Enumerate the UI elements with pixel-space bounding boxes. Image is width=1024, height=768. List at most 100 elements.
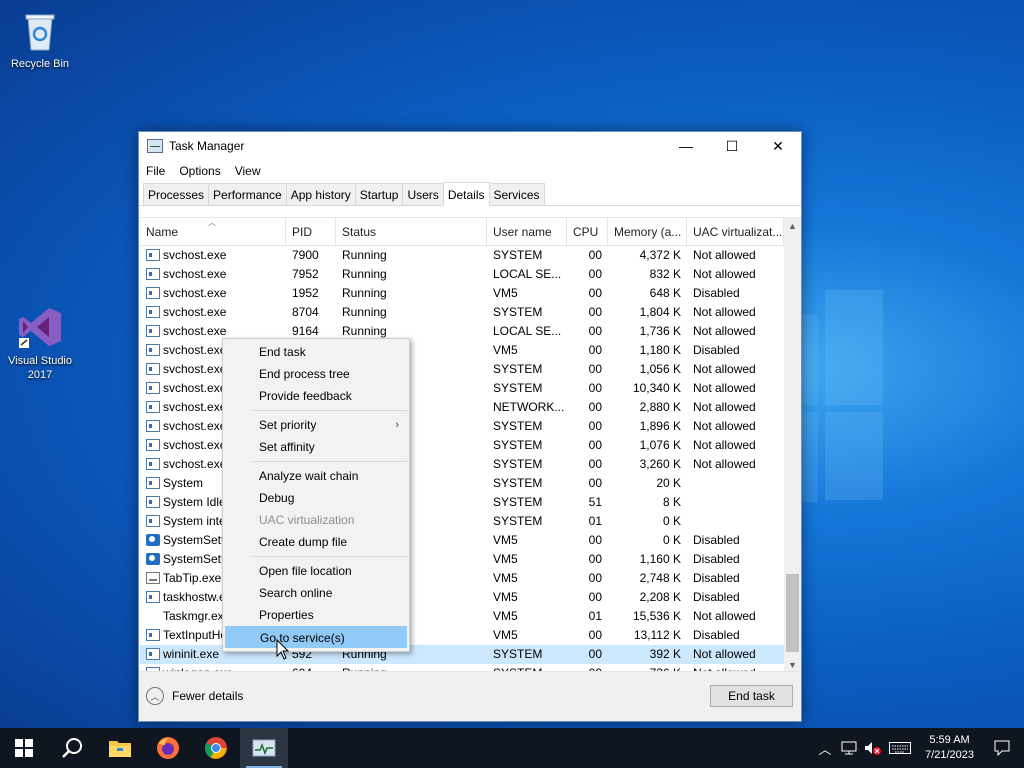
action-center-icon[interactable]: [980, 728, 1024, 768]
menu-item-properties[interactable]: Properties: [225, 604, 407, 626]
cell-status: Running: [342, 248, 387, 262]
column-header-status[interactable]: Status: [336, 218, 487, 246]
service-process-icon: [146, 439, 160, 451]
submenu-arrow-icon: ›: [395, 419, 399, 431]
column-header-uac[interactable]: UAC virtualizat...: [687, 218, 784, 246]
keyboard-process-icon: [146, 572, 160, 584]
fewer-details-button[interactable]: ︿ Fewer details: [146, 687, 243, 705]
show-hidden-icons-chevron-icon[interactable]: ︿: [813, 728, 837, 768]
cell-uac: Disabled: [693, 552, 740, 566]
table-row[interactable]: svchost.exe 8704 Running SYSTEM 00 1,804 K Not…: [140, 303, 801, 322]
process-name: svchost.exe: [163, 286, 227, 300]
column-header-memory[interactable]: Memory (a...: [608, 218, 687, 246]
menu-item-provide-feedback[interactable]: Provide feedback: [225, 385, 407, 407]
menu-item-search-online[interactable]: Search online: [225, 582, 407, 604]
menu-item-end-process-tree[interactable]: End process tree: [225, 363, 407, 385]
service-process-icon: [146, 401, 160, 413]
tab-services[interactable]: Services: [488, 183, 545, 205]
taskbar-file-explorer[interactable]: [96, 728, 144, 768]
process-name: svchost.exe: [163, 381, 227, 395]
menu-view[interactable]: View: [235, 164, 261, 178]
table-row[interactable]: svchost.exe 7952 Running LOCAL SE... 00 832 K…: [140, 265, 801, 284]
menu-options[interactable]: Options: [179, 164, 220, 178]
close-button[interactable]: ✕: [755, 132, 801, 160]
visual-studio-desktop-icon[interactable]: Visual Studio 2017: [0, 304, 80, 382]
menu-item-end-task[interactable]: End task: [225, 341, 407, 363]
cell-uac: Disabled: [693, 571, 740, 585]
cell-user: SYSTEM: [493, 419, 543, 433]
cell-mem: 2,880 K: [639, 400, 681, 414]
tab-startup[interactable]: Startup: [354, 183, 404, 205]
cell-cpu: 51: [588, 495, 602, 509]
maximize-button[interactable]: ☐: [709, 132, 755, 160]
cell-user: VM5: [493, 590, 518, 604]
menu-file[interactable]: File: [146, 164, 165, 178]
search-button[interactable]: [48, 728, 96, 768]
service-process-icon: [146, 515, 160, 527]
menu-item-open-file-location[interactable]: Open file location: [225, 560, 407, 582]
cell-user: SYSTEM: [493, 305, 543, 319]
title-bar[interactable]: Task Manager — ☐ ✕: [139, 132, 801, 160]
scroll-thumb[interactable]: [786, 574, 799, 652]
process-name: SystemSetti: [163, 533, 228, 547]
clock[interactable]: 5:59 AM 7/21/2023: [925, 733, 974, 763]
cell-mem: 1,736 K: [639, 324, 681, 338]
menu-item-set-affinity[interactable]: Set affinity: [225, 436, 407, 458]
recycle-bin-desktop-icon[interactable]: Recycle Bin: [0, 8, 80, 70]
cell-name: svchost.exe: [140, 265, 286, 284]
cell-pid: 7900: [292, 248, 319, 262]
menu-item-create-dump-file[interactable]: Create dump file: [225, 531, 407, 553]
cell-uac: Disabled: [693, 533, 740, 547]
cell-status: Running: [342, 305, 387, 319]
menu-item-set-priority[interactable]: Set priority ›: [225, 414, 407, 436]
cell-user: SYSTEM: [493, 381, 543, 395]
cell-user: LOCAL SE...: [493, 267, 562, 281]
service-process-icon: [146, 648, 160, 660]
network-icon[interactable]: [837, 728, 861, 768]
menu-item-analyze-wait-chain[interactable]: Analyze wait chain: [225, 465, 407, 487]
recycle-bin-label: Recycle Bin: [10, 58, 70, 70]
tab-processes[interactable]: Processes: [143, 183, 210, 205]
cell-user: LOCAL SE...: [493, 324, 562, 338]
cell-cpu: 00: [588, 476, 602, 490]
fewer-details-label: Fewer details: [172, 689, 244, 703]
cell-user: SYSTEM: [493, 495, 543, 509]
tab-users[interactable]: Users: [402, 183, 444, 205]
cell-name: svchost.exe: [140, 303, 286, 322]
table-row[interactable]: svchost.exe 1952 Running VM5 00 648 K Disabled: [140, 284, 801, 303]
scroll-up-icon[interactable]: ▲: [784, 218, 801, 235]
taskbar-task-manager[interactable]: [240, 728, 288, 768]
menu-item-debug[interactable]: Debug: [225, 487, 407, 509]
tab-performance[interactable]: Performance: [208, 183, 287, 205]
menu-separator: [253, 556, 407, 557]
end-task-button[interactable]: End task: [710, 685, 793, 707]
cell-cpu: 00: [588, 419, 602, 433]
column-header-name[interactable]: Name: [140, 218, 286, 246]
process-name: Taskmgr.exe: [163, 609, 231, 623]
maximize-icon: ☐: [725, 137, 739, 154]
table-row[interactable]: svchost.exe 7900 Running SYSTEM 00 4,372 K Not…: [140, 246, 801, 265]
cell-cpu: 00: [588, 552, 602, 566]
menu-item-go-to-service-s[interactable]: Go to service(s): [225, 626, 407, 648]
start-button[interactable]: [0, 728, 48, 768]
cell-mem: 8 K: [662, 495, 681, 509]
menu-item-uac-virtualization: UAC virtualization: [225, 509, 407, 531]
taskbar-firefox[interactable]: [144, 728, 192, 768]
keyboard-icon[interactable]: [885, 728, 915, 768]
menu-separator: [253, 461, 407, 462]
vertical-scrollbar[interactable]: ▲ ▼: [784, 218, 801, 673]
tab-app-history[interactable]: App history: [285, 183, 356, 205]
volume-muted-icon[interactable]: [861, 728, 885, 768]
cell-cpu: 00: [588, 381, 602, 395]
tab-details[interactable]: Details: [442, 182, 490, 206]
taskbar-chrome[interactable]: [192, 728, 240, 768]
column-header-user-name[interactable]: User name: [487, 218, 567, 246]
column-header-pid[interactable]: PID: [286, 218, 336, 246]
cell-mem: 1,076 K: [639, 438, 681, 452]
cell-name: svchost.exe: [140, 284, 286, 303]
cell-status: Running: [342, 267, 387, 281]
system-tray: ︿ 5:59 AM 7/21/2023: [813, 728, 1024, 768]
column-header-cpu[interactable]: CPU: [567, 218, 608, 246]
cell-mem: 392 K: [649, 647, 681, 661]
minimize-button[interactable]: —: [663, 132, 709, 160]
